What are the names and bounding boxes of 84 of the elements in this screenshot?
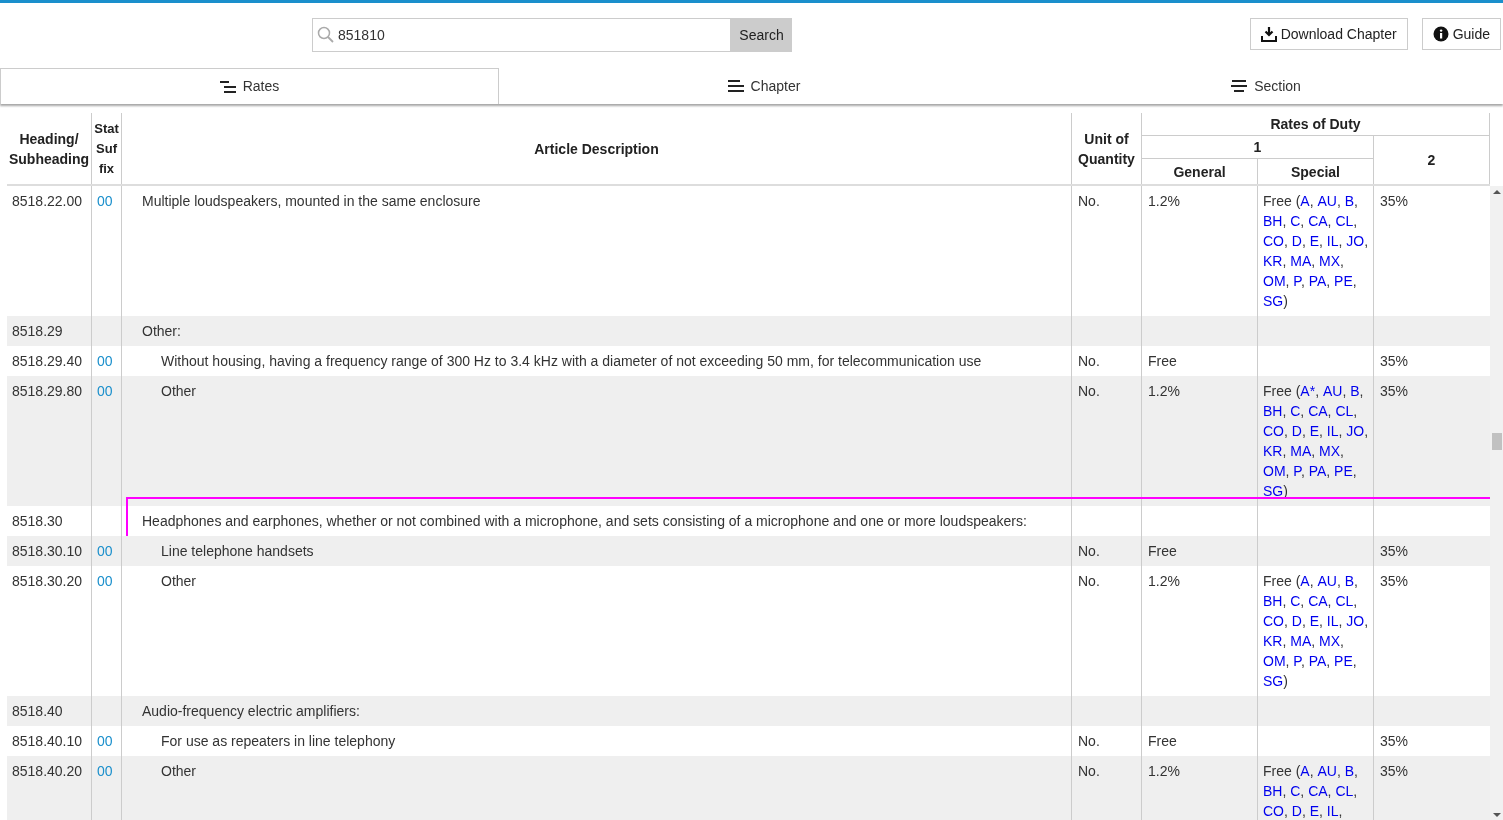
special-rate-text: Free (A, AU, B, BH, C, CA, CL, CO, D, E, IL, JO, KR, MA, MX, OM, P, PA, PE, SG) (1263, 572, 1370, 691)
program-link[interactable]: P (1293, 653, 1301, 669)
program-link[interactable]: CO (1263, 803, 1284, 819)
suffix-link[interactable]: 00 (97, 193, 113, 209)
table-cell-text: 35% (1379, 542, 1410, 561)
program-link[interactable]: D (1291, 803, 1302, 819)
search-icon (317, 26, 335, 44)
guide-button[interactable]: Guide (1421, 18, 1501, 50)
list-icon (219, 79, 236, 94)
program-link[interactable]: P (1293, 463, 1301, 479)
tab[interactable]: Section (1029, 68, 1503, 104)
list-icon (1231, 79, 1248, 93)
program-link[interactable]: JO (1346, 613, 1365, 629)
program-link[interactable]: IL (1326, 423, 1339, 439)
download-icon (1260, 26, 1277, 42)
search-button[interactable]: Search (731, 18, 792, 52)
scrollbar[interactable] (1490, 186, 1503, 820)
program-link[interactable]: PE (1334, 463, 1353, 479)
column-header: 2 (1374, 136, 1490, 184)
column-header: Article Description (122, 113, 1072, 184)
program-link[interactable]: CO (1263, 233, 1284, 249)
program-link[interactable]: OM (1263, 653, 1286, 669)
table-cell: Other (122, 756, 1072, 820)
suffix-link[interactable]: 00 (97, 733, 113, 749)
program-link[interactable]: CA (1308, 783, 1328, 799)
table-cell-text: 35% (1379, 352, 1410, 371)
download-button[interactable]: Download Chapter (1249, 18, 1408, 50)
program-link[interactable]: IL (1326, 803, 1339, 819)
program-link[interactable]: JO (1346, 233, 1365, 249)
program-link[interactable]: A (1300, 763, 1310, 779)
program-link[interactable]: A (1300, 573, 1310, 589)
program-link[interactable]: SG (1263, 673, 1284, 689)
column-header: Stat Suf fix (92, 113, 122, 184)
program-link[interactable]: D (1291, 613, 1302, 629)
table-cell: 8518.40.20 (7, 756, 92, 820)
program-link[interactable]: CA (1308, 593, 1328, 609)
program-link[interactable]: A* (1300, 383, 1316, 399)
suffix-link[interactable]: 00 (97, 573, 113, 589)
program-link[interactable]: MX (1319, 253, 1340, 269)
program-link[interactable]: OM (1263, 273, 1286, 289)
table-cell: No. (1072, 756, 1142, 820)
table-cell-text: 35% (1379, 572, 1410, 591)
search-field[interactable]: 851810 (312, 18, 731, 52)
program-link[interactable]: AU (1317, 193, 1337, 209)
column-group-header: 1 (1142, 136, 1374, 159)
program-link[interactable]: D (1291, 423, 1302, 439)
table-cell-text: 35% (1379, 732, 1410, 751)
suffix-link[interactable]: 00 (97, 353, 113, 369)
program-link[interactable]: CA (1308, 403, 1328, 419)
column-group-header: Rates of Duty (1142, 113, 1490, 136)
program-link[interactable]: AU (1317, 763, 1337, 779)
program-link[interactable]: AU (1317, 573, 1337, 589)
program-link[interactable]: IL (1326, 613, 1339, 629)
program-link[interactable]: D (1291, 233, 1302, 249)
tab[interactable]: Rates (0, 68, 499, 104)
program-link[interactable]: AU (1322, 383, 1343, 399)
column-header: General (1142, 159, 1258, 184)
program-link[interactable]: CO (1263, 613, 1284, 629)
program-link[interactable]: IL (1326, 233, 1339, 249)
program-link[interactable]: OM (1263, 463, 1286, 479)
table-cell-text: 35% (1379, 192, 1410, 211)
program-link[interactable]: MX (1319, 443, 1340, 459)
program-link[interactable]: P (1293, 273, 1301, 289)
special-rate-text: Free (A, AU, B, BH, C, CA, CL, CO, D, E, IL, (1263, 762, 1359, 820)
program-link[interactable]: B (1350, 383, 1360, 399)
program-link[interactable]: JO (1346, 423, 1365, 439)
program-link[interactable]: CO (1263, 423, 1284, 439)
program-link[interactable]: PE (1334, 273, 1353, 289)
program-link[interactable]: SG (1263, 293, 1284, 309)
program-link[interactable]: A (1300, 193, 1310, 209)
program-link[interactable]: MX (1319, 633, 1340, 649)
program-link[interactable]: PE (1334, 653, 1353, 669)
program-link[interactable]: CA (1308, 213, 1328, 229)
column-header: Unit of Quantity (1072, 113, 1142, 184)
table-cell-text: 35% (1379, 382, 1410, 401)
tab[interactable]: Chapter (499, 68, 1029, 104)
list-icon (727, 79, 744, 93)
column-header: Heading/ Subheading (7, 113, 92, 184)
info-icon (1432, 26, 1449, 42)
program-link[interactable]: SG (1263, 483, 1284, 499)
special-rate-text: Free (A, AU, B, BH, C, CA, CL, CO, D, E, IL, JO, KR, MA, MX, OM, P, PA, PE, SG) (1263, 192, 1370, 311)
table-cell: 1.2% (1142, 756, 1258, 820)
column-header: Special (1258, 159, 1374, 184)
table-cell-text: 35% (1379, 762, 1410, 781)
